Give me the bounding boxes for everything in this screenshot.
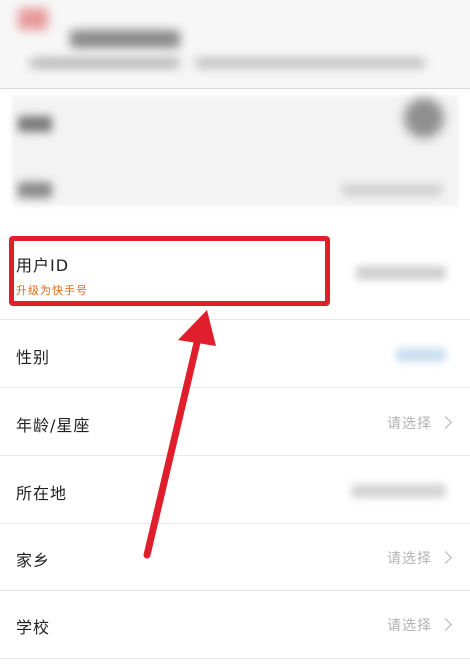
annotation-arrow <box>143 310 216 559</box>
arrow-shaft <box>143 326 204 559</box>
arrow-head <box>178 310 216 346</box>
